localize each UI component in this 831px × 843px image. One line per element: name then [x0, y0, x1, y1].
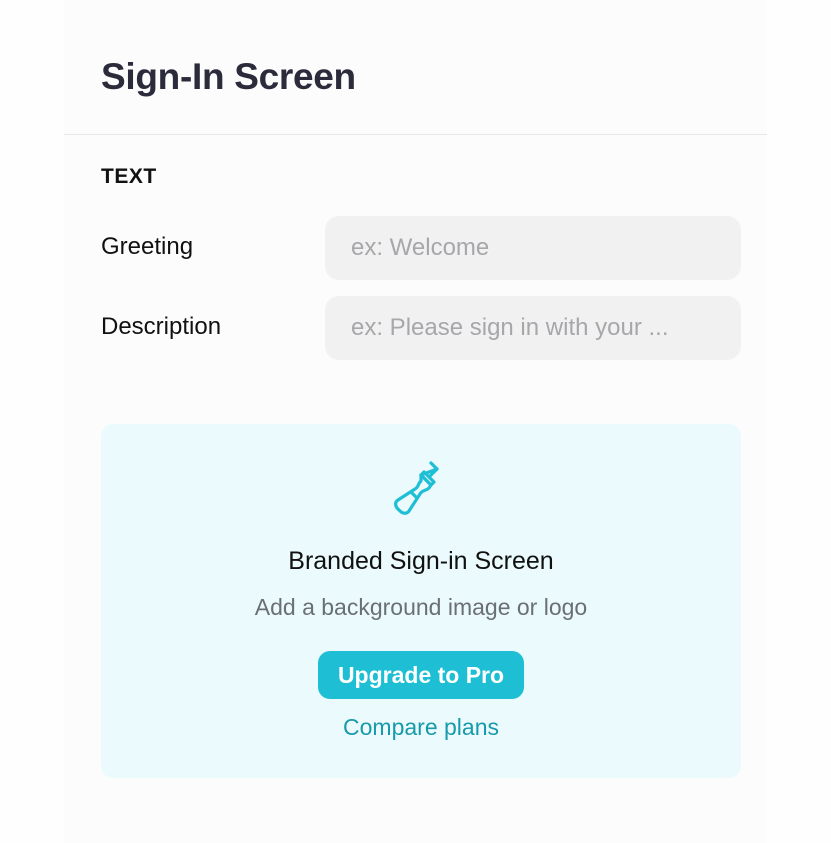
paintbrush-icon [394, 461, 439, 515]
greeting-input[interactable] [325, 216, 741, 280]
description-input[interactable] [325, 296, 741, 360]
upgrade-to-pro-button[interactable]: Upgrade to Pro [318, 651, 524, 699]
page-title: Sign-In Screen [101, 56, 356, 97]
greeting-label: Greeting [101, 233, 194, 260]
compare-plans-link[interactable]: Compare plans [101, 714, 741, 741]
promo-subtitle: Add a background image or logo [254, 594, 588, 620]
divider [64, 134, 767, 135]
promo-title: Branded Sign-in Screen [288, 547, 554, 575]
section-label-text: TEXT [101, 165, 157, 188]
description-label: Description [101, 313, 222, 340]
